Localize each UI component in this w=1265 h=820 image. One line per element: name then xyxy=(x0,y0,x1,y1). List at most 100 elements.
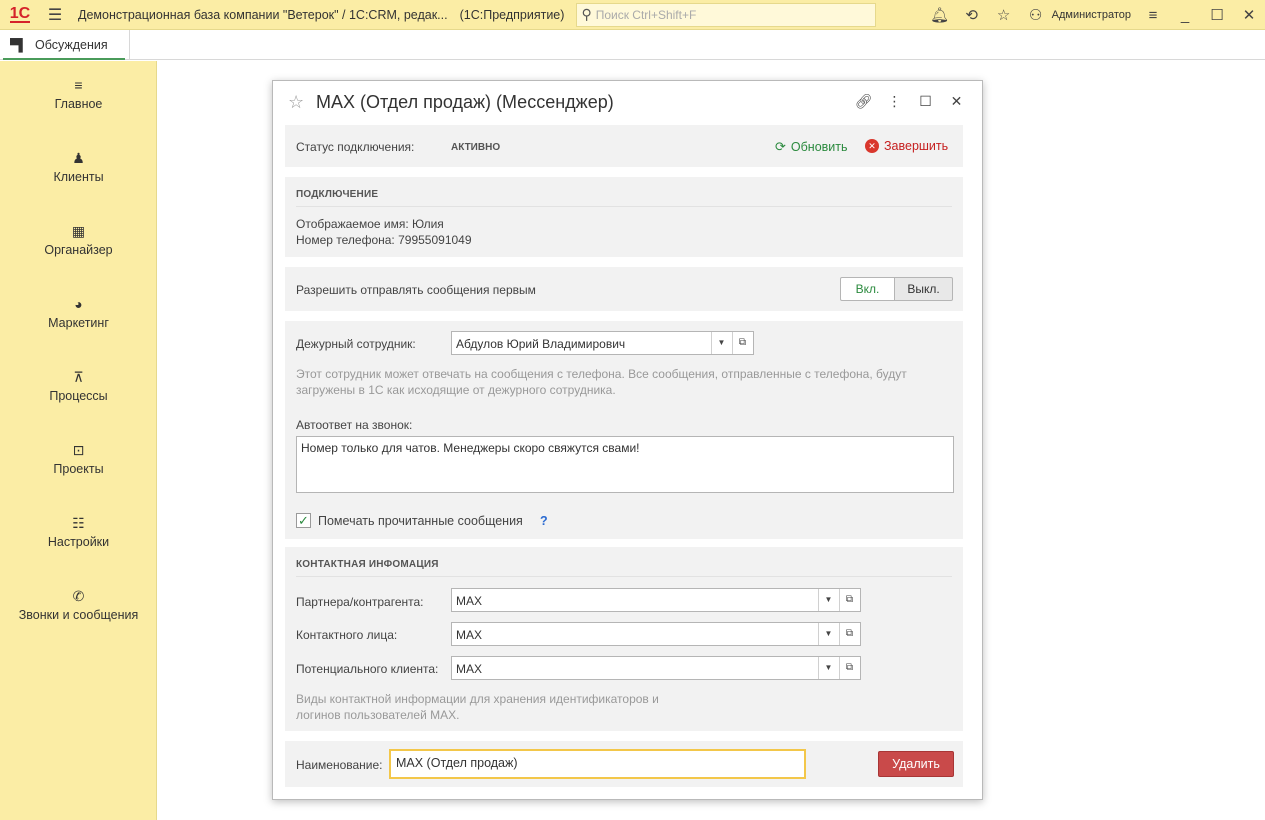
contact-hint-line1: Виды контактной информации для хранения … xyxy=(296,692,659,706)
name-label: Наименование: xyxy=(296,758,383,772)
open-icon[interactable]: ⧉ xyxy=(839,589,859,611)
global-search-input[interactable]: ⚲ Поиск Ctrl+Shift+F xyxy=(576,2,877,27)
settings-menu-icon[interactable]: ≡ xyxy=(1137,7,1169,24)
pie-chart-icon: ◕ xyxy=(74,296,83,312)
status-label: Статус подключения: xyxy=(296,140,415,154)
tab-label: Обсуждения xyxy=(35,38,108,52)
mark-read-label[interactable]: Помечать прочитанные сообщения xyxy=(318,514,523,528)
bell-icon[interactable]: 🔔︎ xyxy=(924,6,956,24)
footer-panel: Наименование: MAX (Отдел продаж) Удалить xyxy=(285,741,963,787)
more-icon[interactable]: ⋮ xyxy=(879,93,910,110)
phone-message-icon: ✆ xyxy=(72,588,85,604)
toggle-off-button[interactable]: Выкл. xyxy=(895,277,953,301)
divider xyxy=(296,576,952,577)
main-menu-icon[interactable]: ☰ xyxy=(40,5,70,25)
status-panel: Статус подключения: АКТИВНО ⟳ Обновить ✕… xyxy=(285,125,963,167)
link-icon[interactable]: 🔗︎ xyxy=(848,93,879,110)
section-title: КОНТАКТНАЯ ИНФОМАЦИЯ xyxy=(296,559,439,570)
active-tab-indicator xyxy=(3,58,125,60)
finish-label: Завершить xyxy=(884,139,949,153)
chevron-down-icon[interactable]: ▼ xyxy=(711,332,731,354)
duty-hint-line1: Этот сотрудник может отвечать на сообщен… xyxy=(296,367,907,381)
messenger-dialog: ☆ MAX (Отдел продаж) (Мессенджер) 🔗︎ ⋮ ☐… xyxy=(272,80,983,800)
chevron-down-icon[interactable]: ▼ xyxy=(818,623,838,645)
sidebar-item-organizer[interactable]: ▦ Органайзер xyxy=(0,223,157,257)
sidebar-item-label: Настройки xyxy=(47,535,110,549)
refresh-button[interactable]: ⟳ Обновить xyxy=(775,139,848,155)
connection-panel: ПОДКЛЮЧЕНИЕ Отображаемое имя: Юлия Номер… xyxy=(285,177,963,257)
allow-first-label: Разрешить отправлять сообщения первым xyxy=(296,283,536,297)
name-input[interactable]: MAX (Отдел продаж) xyxy=(389,749,806,779)
close-icon[interactable]: ✕ xyxy=(941,93,972,110)
mark-read-checkbox[interactable]: ✓ xyxy=(296,513,311,528)
sidebar-item-label: Маркетинг xyxy=(48,316,109,330)
favorite-star-icon[interactable]: ☆ xyxy=(288,92,304,113)
open-icon[interactable]: ⧉ xyxy=(732,332,752,354)
duty-hint-line2: загружены в 1С как исходящие от дежурног… xyxy=(296,383,616,397)
contact-person-select[interactable]: MAX ▼ ⧉ xyxy=(451,622,861,646)
lead-select[interactable]: MAX ▼ ⧉ xyxy=(451,656,861,680)
sidebar-item-label: Главное xyxy=(54,97,103,111)
help-icon[interactable]: ? xyxy=(540,514,548,528)
maximize-icon[interactable]: ☐ xyxy=(910,93,941,110)
section-title: ПОДКЛЮЧЕНИЕ xyxy=(296,189,379,200)
calendar-icon: ▦ xyxy=(71,223,86,239)
display-name: Отображаемое имя: Юлия xyxy=(296,217,444,231)
sidebar-item-projects[interactable]: ⊡ Проекты xyxy=(0,442,157,476)
dialog-header: ☆ MAX (Отдел продаж) (Мессенджер) 🔗︎ ⋮ ☐… xyxy=(273,81,982,125)
process-icon: ⊼ xyxy=(73,369,84,385)
search-icon: ⚲ xyxy=(581,6,592,22)
star-icon[interactable]: ☆ xyxy=(988,6,1020,24)
chevron-down-icon[interactable]: ▼ xyxy=(818,589,838,611)
delete-button[interactable]: Удалить xyxy=(878,751,954,777)
lead-value: MAX xyxy=(456,662,483,676)
tab-discussions[interactable]: ▀▌ Обсуждения xyxy=(0,30,130,60)
sidebar-item-label: Проекты xyxy=(53,462,104,476)
dialog-title: MAX (Отдел продаж) (Мессенджер) xyxy=(316,92,614,112)
contact-person-value: MAX xyxy=(456,628,483,642)
sidebar-item-marketing[interactable]: ◕ Маркетинг xyxy=(0,296,157,330)
contact-info-panel: КОНТАКТНАЯ ИНФОМАЦИЯ Партнера/контрагент… xyxy=(285,547,963,731)
finish-button[interactable]: ✕ Завершить xyxy=(865,139,948,153)
chevron-down-icon[interactable]: ▼ xyxy=(818,657,838,679)
sidebar-item-label: Звонки и сообщения xyxy=(18,608,139,622)
allow-first-panel: Разрешить отправлять сообщения первым Вк… xyxy=(285,267,963,311)
stop-icon: ✕ xyxy=(865,139,879,153)
maximize-icon[interactable]: ☐ xyxy=(1201,6,1233,24)
autoreply-textarea[interactable]: Номер только для чатов. Менеджеры скоро … xyxy=(296,436,954,493)
refresh-icon: ⟳ xyxy=(775,139,786,154)
contact-person-label: Контактного лица: xyxy=(296,628,398,642)
duty-panel: Дежурный сотрудник: Абдулов Юрий Владими… xyxy=(285,321,963,539)
sidebar-item-label: Органайзер xyxy=(44,243,113,257)
contact-hint-line2: логинов пользователей MAX. xyxy=(296,708,460,722)
sidebar-item-label: Процессы xyxy=(49,389,108,403)
allow-first-toggle[interactable]: Вкл. Выкл. xyxy=(840,277,953,301)
divider xyxy=(296,206,952,207)
open-icon[interactable]: ⧉ xyxy=(839,657,859,679)
user-name[interactable]: Администратор xyxy=(1052,9,1131,21)
history-icon[interactable]: ⟲ xyxy=(956,6,988,24)
minimize-icon[interactable]: _ xyxy=(1169,7,1201,24)
title-bar: 1С ☰ Демонстрационная база компании "Вет… xyxy=(0,0,1265,30)
sidebar-item-processes[interactable]: ⊼ Процессы xyxy=(0,369,157,403)
users-icon[interactable]: ⚇ xyxy=(1020,6,1052,24)
search-placeholder: Поиск Ctrl+Shift+F xyxy=(595,7,697,22)
partner-select[interactable]: MAX ▼ ⧉ xyxy=(451,588,861,612)
toggle-on-button[interactable]: Вкл. xyxy=(840,277,895,301)
close-icon[interactable]: ✕ xyxy=(1233,6,1265,24)
partner-label: Партнера/контрагента: xyxy=(296,595,424,609)
sidebar-item-clients[interactable]: ♟ Клиенты xyxy=(0,150,157,184)
platform-label: (1С:Предприятие) xyxy=(459,7,565,22)
open-icon[interactable]: ⧉ xyxy=(839,623,859,645)
refresh-label: Обновить xyxy=(790,140,848,154)
sidebar-item-main[interactable]: ≡ Главное xyxy=(0,77,157,111)
duty-employee-select[interactable]: Абдулов Юрий Владимирович ▼ ⧉ xyxy=(451,331,754,355)
duty-label: Дежурный сотрудник: xyxy=(296,337,416,351)
partner-value: MAX xyxy=(456,594,483,608)
sidebar-item-settings[interactable]: ☷ Настройки xyxy=(0,515,157,549)
autoreply-label: Автоответ на звонок: xyxy=(296,418,413,432)
sidebar-item-calls-messages[interactable]: ✆ Звонки и сообщения xyxy=(0,588,157,622)
1c-logo[interactable]: 1С xyxy=(0,0,40,30)
menu-icon: ≡ xyxy=(74,77,83,93)
sidebar-item-label: Клиенты xyxy=(53,170,104,184)
